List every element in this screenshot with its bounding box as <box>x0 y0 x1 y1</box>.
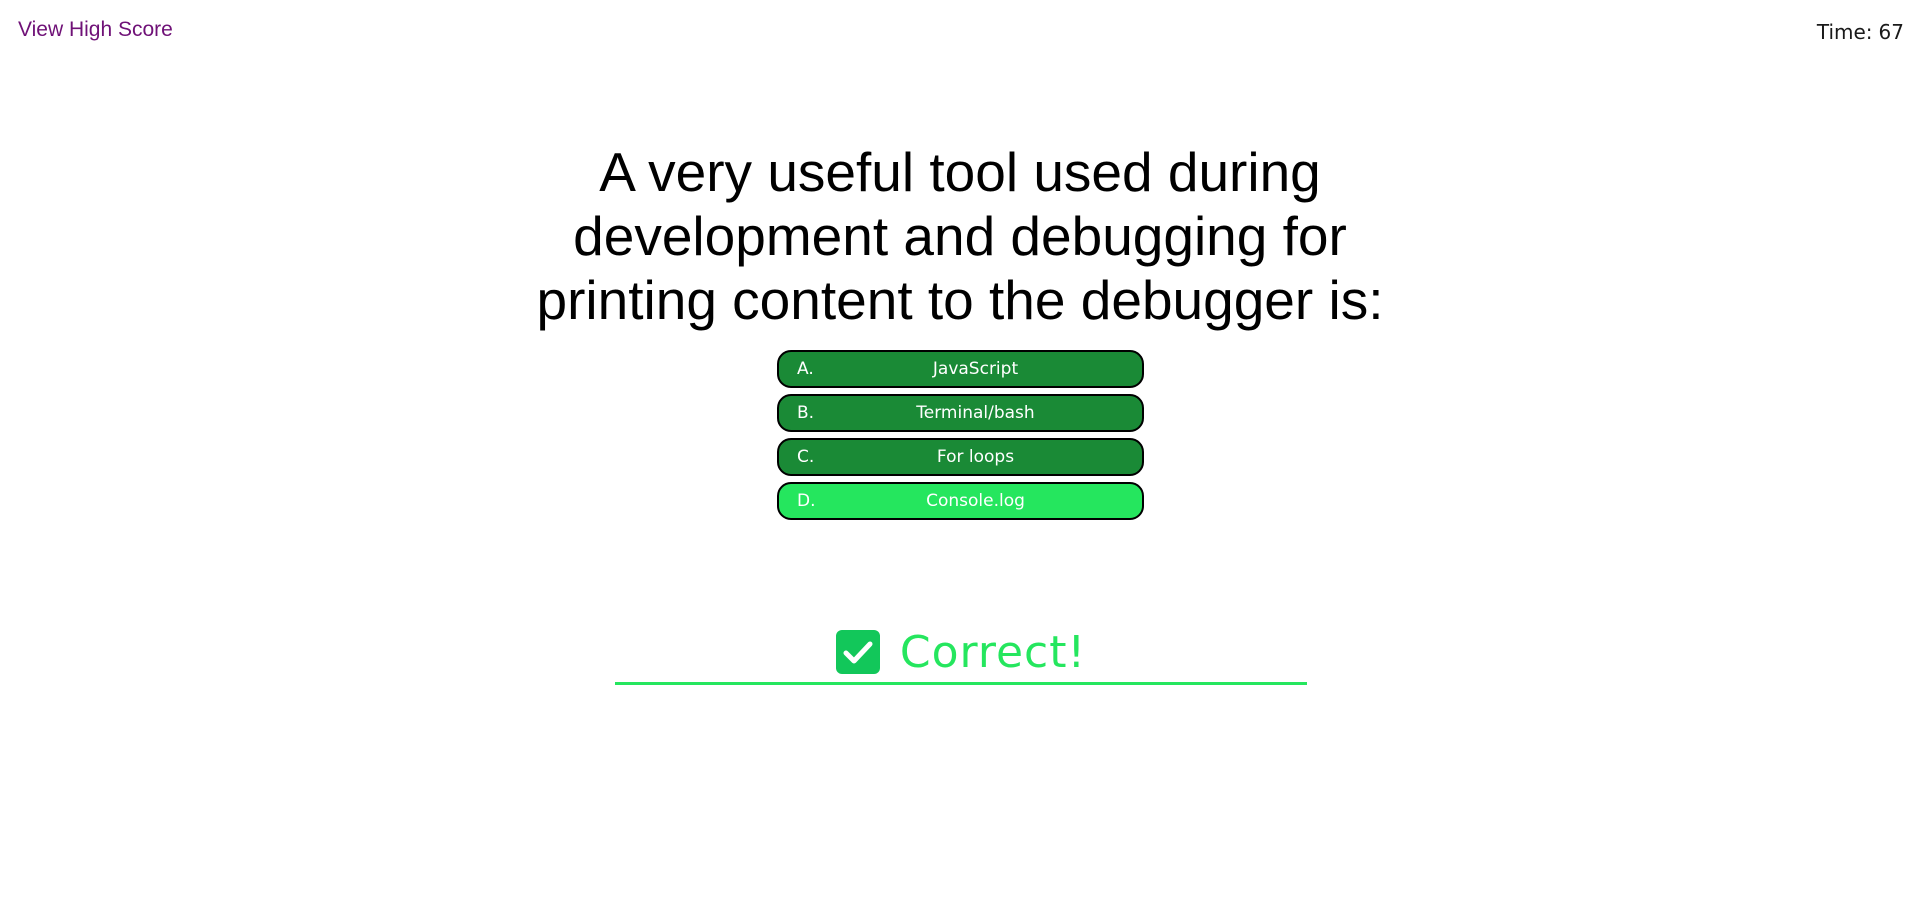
answer-letter: D. <box>797 491 816 511</box>
answer-text: Terminal/bash <box>916 403 1035 423</box>
timer: Time: 67 <box>1817 20 1904 44</box>
answer-button-b[interactable]: B. Terminal/bash <box>777 394 1144 432</box>
feedback-banner: Correct! <box>615 622 1307 685</box>
quiz-page: View High Score Time: 67 A very useful t… <box>0 0 1916 917</box>
feedback-text: Correct! <box>899 626 1087 678</box>
answer-text: For loops <box>936 447 1015 467</box>
timer-label: Time: <box>1816 20 1873 44</box>
timer-value: 67 <box>1878 20 1904 44</box>
answer-button-d[interactable]: D. Console.log <box>777 482 1144 520</box>
answer-text: JavaScript <box>932 359 1019 379</box>
answer-button-a[interactable]: A. JavaScript <box>777 350 1144 388</box>
answer-text: Console.log <box>926 491 1025 511</box>
answer-letter: B. <box>797 403 815 423</box>
check-square-icon <box>835 630 880 674</box>
answer-letter: C. <box>797 447 815 467</box>
answer-list: A. JavaScript B. Terminal/bash C. For lo… <box>777 350 1144 520</box>
view-high-score-link[interactable]: View High Score <box>18 18 173 42</box>
answer-button-c[interactable]: C. For loops <box>777 438 1144 476</box>
question-text: A very useful tool used during developme… <box>536 141 1384 331</box>
answer-letter: A. <box>797 359 814 379</box>
